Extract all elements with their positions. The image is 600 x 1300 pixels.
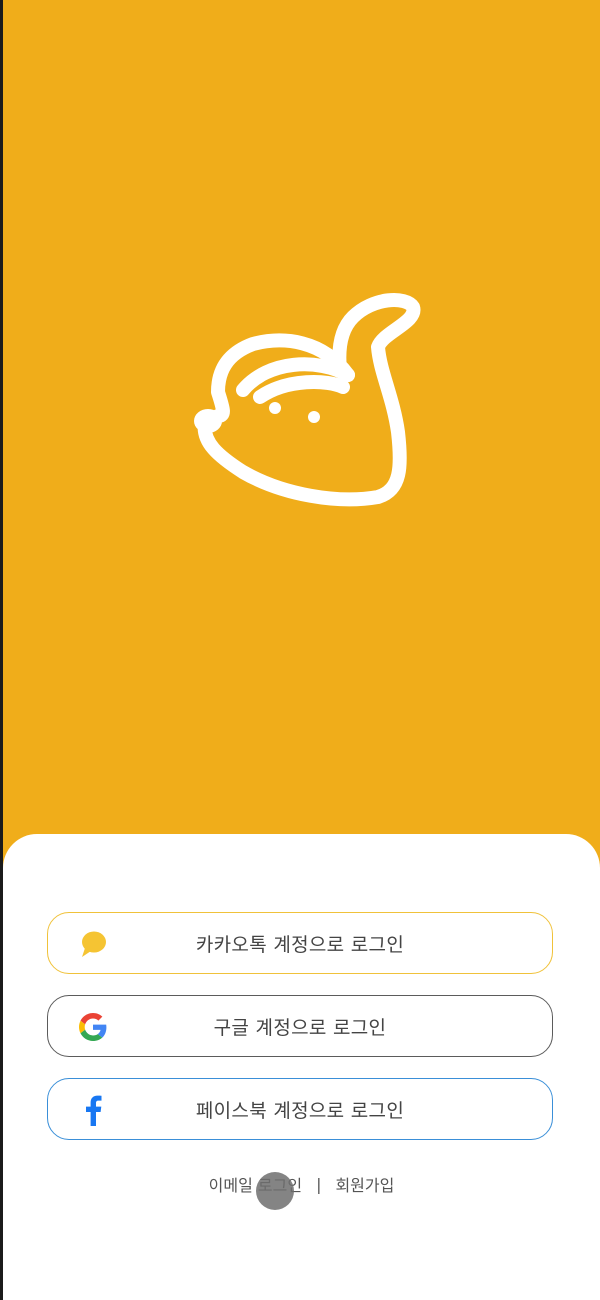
- kakao-talk-icon: [76, 927, 110, 961]
- app-screen: 카카오톡 계정으로 로그인 구글 계정으로 로그인 페이스북 계정으로 로그인: [3, 0, 600, 1300]
- google-login-label: 구글 계정으로 로그인: [213, 1016, 387, 1039]
- bottom-links: 이메일 로그인 | 회원가입: [3, 1172, 600, 1196]
- google-login-button[interactable]: 구글 계정으로 로그인: [47, 995, 553, 1057]
- signup-link[interactable]: 회원가입: [335, 1172, 394, 1196]
- facebook-login-button[interactable]: 페이스북 계정으로 로그인: [47, 1078, 553, 1140]
- facebook-login-label: 페이스북 계정으로 로그인: [195, 1099, 405, 1122]
- facebook-icon: [76, 1093, 110, 1127]
- mascot-logo-icon: [194, 293, 421, 507]
- kakao-login-label: 카카오톡 계정으로 로그인: [195, 933, 405, 956]
- login-sheet: 카카오톡 계정으로 로그인 구글 계정으로 로그인 페이스북 계정으로 로그인: [3, 834, 600, 1300]
- link-separator: |: [316, 1174, 322, 1194]
- kakao-login-button[interactable]: 카카오톡 계정으로 로그인: [47, 912, 553, 974]
- touch-indicator: [256, 1172, 294, 1210]
- google-icon: [76, 1010, 110, 1044]
